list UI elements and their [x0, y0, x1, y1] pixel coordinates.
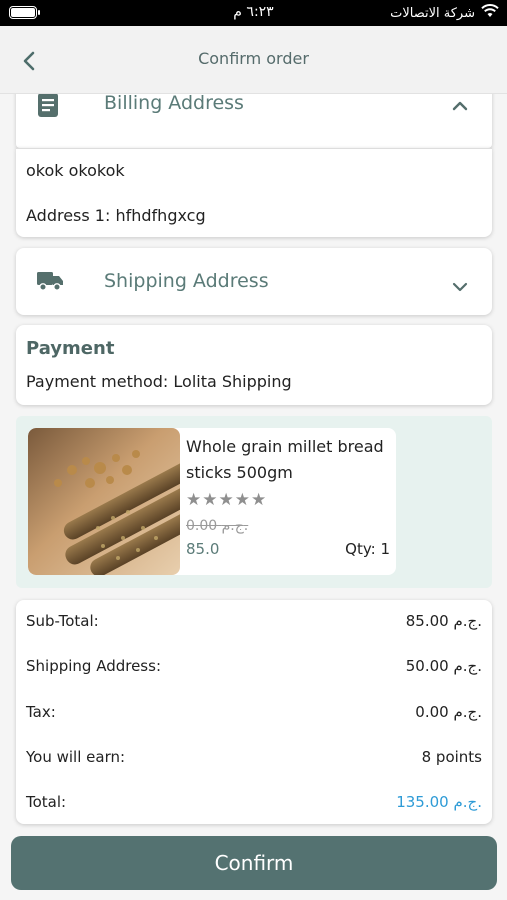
- subtotal-value: 85.00 ج.م.: [405, 612, 482, 630]
- payment-method: Payment method: Lolita Shipping: [26, 372, 292, 391]
- payment-card: Payment Payment method: Lolita Shipping: [16, 325, 492, 405]
- points-row: You will earn: 8 points: [26, 748, 482, 772]
- chevron-up-icon[interactable]: [452, 96, 468, 115]
- product-image: [28, 428, 180, 575]
- billing-address-line: Address 1: hfhdfhgxcg: [26, 206, 206, 225]
- billing-name: okok okokok: [26, 161, 125, 180]
- points-value: 8 points: [421, 748, 482, 766]
- document-icon: [36, 94, 60, 122]
- shipping-address-title: Shipping Address: [104, 270, 269, 292]
- subtotal-label: Sub-Total:: [26, 612, 99, 630]
- product-card[interactable]: Whole grain millet bread sticks 500gm ★★…: [28, 428, 396, 575]
- total-value: 135.00 ج.م.: [396, 793, 482, 811]
- product-old-price: 0.00 ج.م.: [186, 518, 249, 534]
- product-qty: Qty: 1: [345, 540, 390, 558]
- tax-label: Tax:: [26, 703, 56, 721]
- shipping-label: Shipping Address:: [26, 657, 161, 675]
- rating-stars-icon: ★★★★★: [186, 490, 268, 510]
- app-header: Confirm order: [0, 26, 507, 94]
- payment-title: Payment: [26, 338, 115, 359]
- billing-address-header[interactable]: Billing Address: [16, 94, 492, 148]
- confirm-button[interactable]: Confirm: [11, 836, 497, 890]
- product-section: Whole grain millet bread sticks 500gm ★★…: [16, 416, 492, 588]
- order-totals: Sub-Total: 85.00 ج.م. Shipping Address: …: [16, 600, 492, 824]
- chevron-down-icon[interactable]: [452, 277, 468, 296]
- address-label: Address 1:: [26, 206, 111, 225]
- page-title: Confirm order: [198, 49, 309, 68]
- status-right: شركة الاتصالات: [390, 4, 499, 22]
- points-label: You will earn:: [26, 748, 126, 766]
- order-content[interactable]: Billing Address okok okokok Address 1: h…: [0, 94, 507, 834]
- shipping-value: 50.00 ج.م.: [405, 657, 482, 675]
- wifi-icon: [481, 4, 499, 22]
- truck-icon: [36, 270, 64, 296]
- status-bar: ٦:٢٣ م شركة الاتصالات: [0, 0, 507, 26]
- subtotal-row: Sub-Total: 85.00 ج.م.: [26, 612, 482, 636]
- tax-value: 0.00 ج.م.: [415, 703, 482, 721]
- billing-address-details: okok okokok Address 1: hfhdfhgxcg: [16, 148, 492, 237]
- total-row: Total: 135.00 ج.م.: [26, 793, 482, 817]
- carrier-label: شركة الاتصالات: [390, 5, 475, 21]
- product-name: Whole grain millet bread sticks 500gm: [186, 437, 384, 482]
- total-label: Total:: [26, 793, 67, 811]
- product-price: 85.0: [186, 540, 220, 558]
- billing-address-title: Billing Address: [104, 94, 244, 114]
- address-value: hfhdfhgxcg: [115, 206, 206, 225]
- tax-row: Tax: 0.00 ج.م.: [26, 703, 482, 727]
- shipping-address-header[interactable]: Shipping Address: [16, 248, 492, 315]
- shipping-row: Shipping Address: 50.00 ج.م.: [26, 657, 482, 681]
